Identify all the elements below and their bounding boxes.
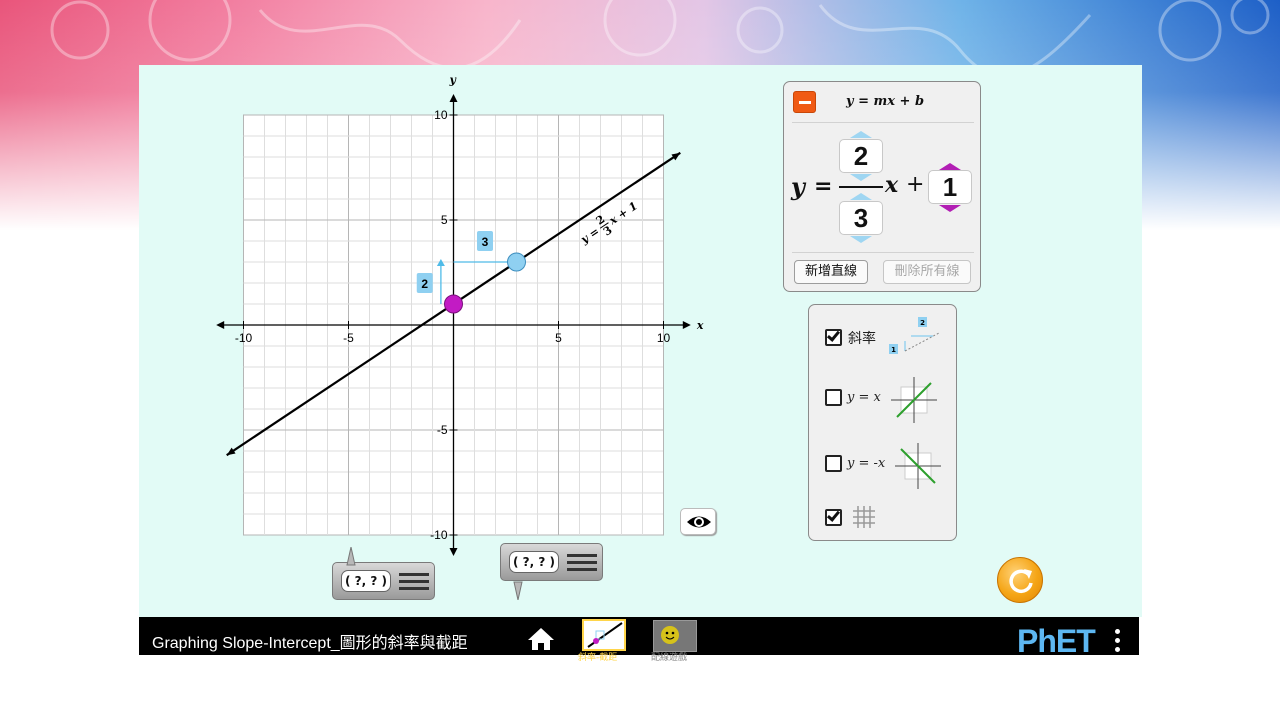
x-axis-label: x [696, 319, 704, 332]
y-tick-label: 5 [441, 213, 448, 227]
y-tick-label: 10 [434, 108, 448, 122]
grip-line [567, 568, 597, 571]
svg-text:1: 1 [891, 346, 896, 354]
collapse-button[interactable] [793, 91, 816, 113]
x-tick-label: 5 [555, 331, 562, 345]
y-tick-label: -10 [430, 528, 448, 542]
pointer-down-icon [513, 581, 523, 600]
y-tick-label: -5 [437, 423, 448, 437]
equation-form-title: y = mx + b [846, 94, 925, 109]
hide-lines-button[interactable] [680, 508, 716, 535]
y-intercept-point[interactable] [444, 294, 463, 314]
y-equals-x-label: y = x [847, 390, 881, 405]
save-line-button[interactable]: 新增直線 [794, 260, 868, 284]
y-equals-x-icon [891, 377, 937, 423]
x-tick-label: -10 [235, 331, 253, 345]
y-axis-arrow [449, 548, 458, 556]
options-panel: 斜率 2 1 y = x y = -x [808, 304, 957, 541]
screen-tab-line-game[interactable] [653, 620, 697, 652]
phet-logo: PhET [1017, 623, 1096, 659]
y-axis-arrow [449, 94, 458, 102]
navigation-bar: Graphing Slope-Intercept_圖形的斜率與截距 斜率-截距 … [139, 617, 1139, 663]
equation-y: y [791, 172, 805, 201]
screen-tab-label: 斜率-截距 [578, 653, 618, 663]
sim-title: Graphing Slope-Intercept_圖形的斜率與截距 [152, 635, 468, 652]
erase-lines-button[interactable]: 刪除所有線 [883, 260, 971, 284]
divider [792, 252, 974, 253]
point-tool-coordinates: ( ?, ? ) [341, 570, 391, 592]
point-tool-bottom[interactable]: ( ?, ? ) [332, 547, 435, 600]
rise-spinner[interactable]: 2 [839, 139, 883, 173]
x-axis-arrow [216, 321, 225, 329]
slope-icon: 2 1 [889, 317, 940, 354]
slope-label: 斜率 [848, 331, 876, 347]
slope-point[interactable] [507, 252, 526, 272]
point-tool-coordinates: ( ?, ? ) [509, 551, 559, 573]
equation-plus: + [906, 172, 925, 197]
x-axis-arrow [682, 321, 691, 329]
fraction-bar [839, 186, 883, 188]
run-spinner[interactable]: 3 [839, 201, 883, 235]
y-equals-neg-x-checkbox[interactable] [825, 455, 842, 472]
grid-icon [853, 506, 875, 528]
home-icon[interactable] [527, 627, 555, 651]
graph-canvas: xy-10 -5 5 10105-5-1023 y=23x + 1 [216, 74, 704, 556]
equation-panel: y = mx + b y = 2 3 x + 1 新增直線 刪除所有線 [783, 81, 981, 292]
menu-icon[interactable] [1115, 629, 1120, 656]
y-equals-neg-x-icon [895, 443, 941, 489]
x-tick-label: 10 [657, 331, 671, 345]
y-equals-neg-x-label: y = -x [847, 456, 886, 471]
equation-x: x [885, 172, 899, 198]
grid-checkbox[interactable] [825, 508, 842, 526]
point-tool-top[interactable]: ( ?, ? ) [500, 543, 603, 600]
graph-thumbnail-icon [587, 622, 623, 648]
x-tick-label: -5 [343, 331, 354, 345]
svg-text:2: 2 [920, 319, 925, 327]
equation-equals: = [814, 174, 833, 199]
divider [792, 122, 974, 123]
slope-checkbox[interactable] [825, 328, 842, 346]
screen-tab-slope-intercept[interactable] [582, 619, 626, 651]
reset-icon [1009, 569, 1033, 593]
rise-increment-arrow[interactable] [850, 131, 872, 138]
pointer-up-icon [346, 547, 356, 566]
intercept-increment-arrow[interactable] [939, 163, 961, 170]
run-decrement-arrow[interactable] [850, 236, 872, 243]
y-equals-x-checkbox[interactable] [825, 389, 842, 406]
smiley-icon [661, 626, 679, 644]
grip-line [399, 573, 429, 576]
intercept-decrement-arrow[interactable] [939, 205, 961, 212]
run-increment-arrow[interactable] [850, 193, 872, 200]
grip-line [567, 561, 597, 564]
rise-decrement-arrow[interactable] [850, 174, 872, 181]
intercept-spinner[interactable]: 1 [928, 170, 972, 204]
eye-icon [687, 516, 711, 528]
screen-tab-label: 配線遊戲 [651, 653, 688, 663]
grip-line [567, 554, 597, 557]
rise-label: 2 [421, 277, 428, 291]
run-label: 3 [482, 235, 489, 249]
grip-line [399, 580, 429, 583]
reset-all-button[interactable] [997, 557, 1043, 603]
grip-line [399, 587, 429, 590]
y-axis-label: y [449, 74, 458, 87]
